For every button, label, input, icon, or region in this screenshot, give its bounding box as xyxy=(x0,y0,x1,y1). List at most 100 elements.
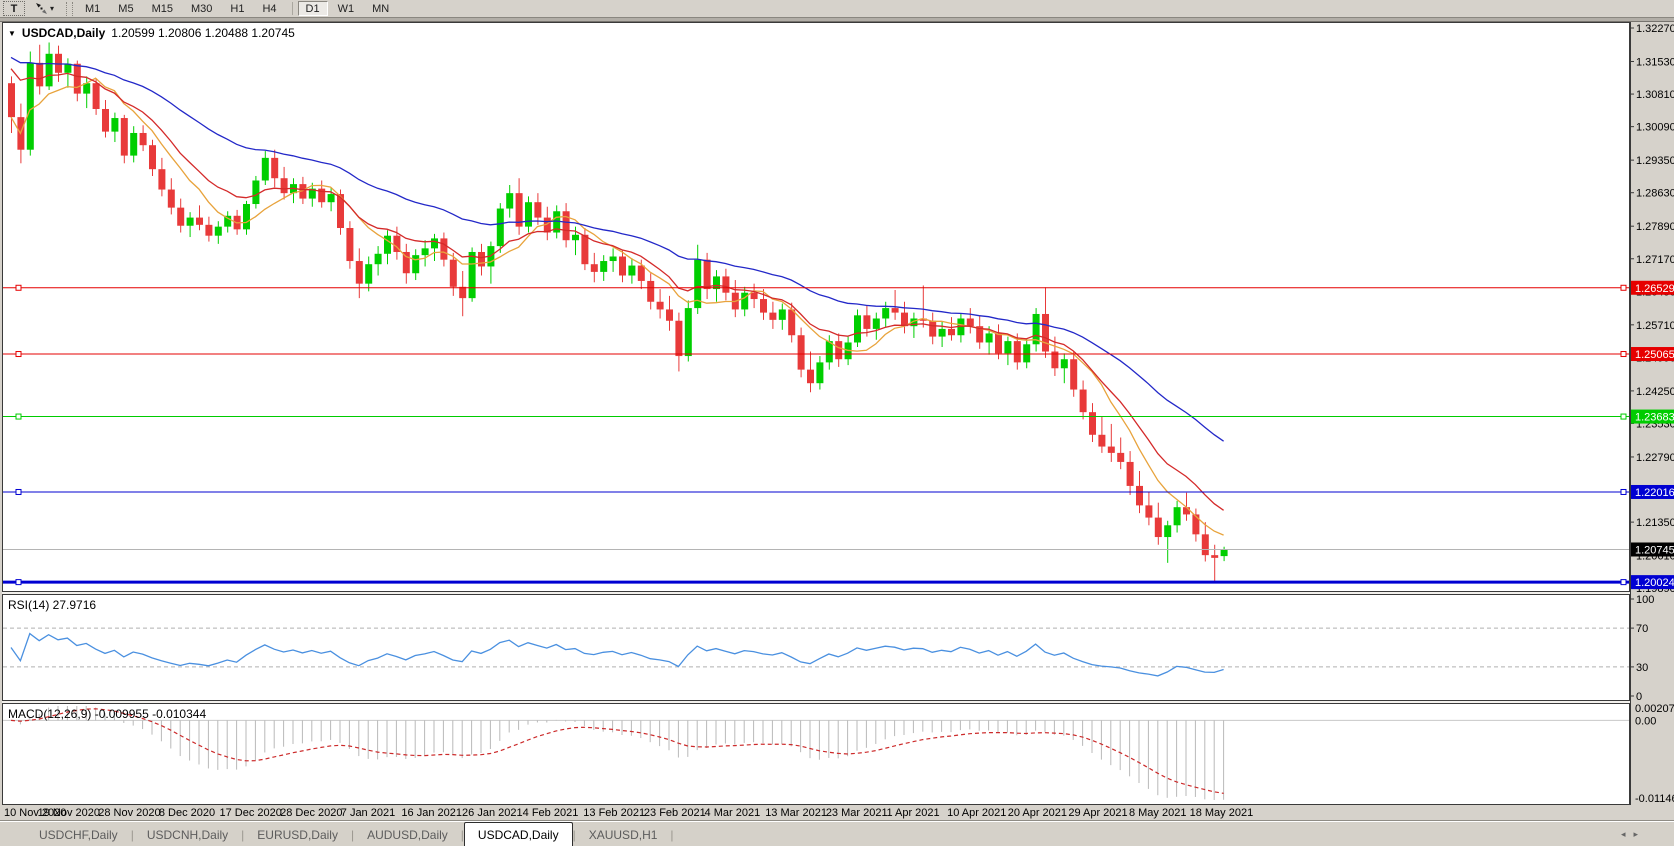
price-tick: 1.25710 xyxy=(1636,320,1674,332)
moving-average-fast xyxy=(11,78,1224,535)
horizontal-line-1.20024[interactable] xyxy=(3,580,1629,585)
line-handle[interactable] xyxy=(16,285,21,290)
line-handle[interactable] xyxy=(1621,414,1626,419)
tab-scroll-left-icon[interactable]: ◂ xyxy=(1621,829,1634,839)
price-axis-canvas: 1.322701.315301.308101.300901.293501.286… xyxy=(1630,22,1674,805)
timeframe-toolbar: M1M5M15M30H1H4 D1W1MN xyxy=(77,1,399,16)
timeframe-button-mn[interactable]: MN xyxy=(364,1,397,16)
chart-tab-usdcnh-daily[interactable]: USDCNH,Daily xyxy=(134,825,241,845)
macd-signal-line xyxy=(11,709,1224,794)
macd-scale-min: -0.011462 xyxy=(1635,793,1674,805)
line-handle[interactable] xyxy=(16,580,21,585)
macd-panel: MACD(12,26,9) -0.009955 -0.010344 xyxy=(2,703,1630,805)
date-label: 8 May 2021 xyxy=(1129,807,1186,819)
price-axis[interactable]: 1.322701.315301.308101.300901.293501.286… xyxy=(1630,22,1674,805)
cursor-tool-button[interactable]: ▾ xyxy=(31,1,58,16)
timeframe-button-w1[interactable]: W1 xyxy=(330,1,363,16)
rsi-scale-tick: 0 xyxy=(1636,691,1642,703)
price-tick: 1.21350 xyxy=(1636,517,1674,529)
price-tick: 1.32270 xyxy=(1636,23,1674,35)
main-chart-panel: ▼ USDCAD,Daily 1.20599 1.20806 1.20488 1… xyxy=(2,22,1630,592)
tab-scroll-arrows: ◂▸ xyxy=(1621,829,1646,840)
line-price-tag-text: 1.25065 xyxy=(1635,349,1674,361)
candles-layer xyxy=(8,42,1228,583)
price-tick: 1.30810 xyxy=(1636,89,1674,101)
toolbar: T ▾ M1M5M15M30H1H4 D1W1MN xyxy=(0,0,1674,17)
rsi-label: RSI(14) 27.9716 xyxy=(8,598,96,612)
date-label: 23 Feb 2021 xyxy=(644,807,706,819)
line-handle[interactable] xyxy=(1621,489,1626,494)
line-handle[interactable] xyxy=(1621,580,1626,585)
date-label: 13 Mar 2021 xyxy=(765,807,827,819)
dual-arrow-pointer-icon xyxy=(35,2,48,15)
timeframe-button-m5[interactable]: M5 xyxy=(110,1,141,16)
line-handle[interactable] xyxy=(16,414,21,419)
timeframe-button-h4[interactable]: H4 xyxy=(254,1,284,16)
text-tool-button[interactable]: T xyxy=(3,1,25,16)
timeframe-button-h1[interactable]: H1 xyxy=(222,1,252,16)
chart-tab-usdchf-daily[interactable]: USDCHF,Daily xyxy=(26,825,131,845)
chart-tab-bar: USDCHF,Daily|USDCNH,Daily|EURUSD,Daily|A… xyxy=(0,820,1674,846)
price-tick: 1.24250 xyxy=(1636,386,1674,398)
date-label: 18 May 2021 xyxy=(1190,807,1254,819)
chart-tab-eurusd-daily[interactable]: EURUSD,Daily xyxy=(244,825,351,845)
price-tick: 1.30090 xyxy=(1636,122,1674,134)
date-label: 4 Mar 2021 xyxy=(705,807,761,819)
plot-column: ▼ USDCAD,Daily 1.20599 1.20806 1.20488 1… xyxy=(2,22,1630,820)
macd-label: MACD(12,26,9) -0.009955 -0.010344 xyxy=(8,707,206,721)
macd-scale-max: 0.002074 xyxy=(1635,703,1674,715)
timeframe-button-d1[interactable]: D1 xyxy=(298,1,328,16)
horizontal-line-1.23683[interactable] xyxy=(3,414,1629,419)
date-label: 28 Dec 2020 xyxy=(280,807,342,819)
horizontal-line-1.26529[interactable] xyxy=(3,285,1629,290)
date-label: 23 Mar 2021 xyxy=(826,807,888,819)
rsi-line xyxy=(11,634,1224,676)
date-label: 29 Apr 2021 xyxy=(1068,807,1127,819)
chart-symbol-label: USDCAD,Daily xyxy=(22,26,105,40)
line-handle[interactable] xyxy=(1621,352,1626,357)
tab-scroll-right-icon[interactable]: ▸ xyxy=(1633,829,1646,839)
date-label: 17 Dec 2020 xyxy=(220,807,282,819)
date-label: 28 Nov 2020 xyxy=(98,807,160,819)
rsi-canvas[interactable] xyxy=(3,595,1629,700)
date-label: 26 Jan 2021 xyxy=(462,807,523,819)
timeframe-button-m1[interactable]: M1 xyxy=(77,1,108,16)
time-axis[interactable]: 10 Nov 202019 Nov 202028 Nov 20208 Dec 2… xyxy=(2,805,1630,820)
main-chart-canvas[interactable] xyxy=(3,23,1629,591)
current-price-tag-text: 1.20745 xyxy=(1635,544,1674,556)
chart-title: ▼ USDCAD,Daily 1.20599 1.20806 1.20488 1… xyxy=(8,26,295,40)
toolbar-grip[interactable] xyxy=(66,2,73,16)
line-price-tag-text: 1.26529 xyxy=(1635,283,1674,295)
timeframe-button-m15[interactable]: M15 xyxy=(144,1,181,16)
macd-scale-zero: 0.00 xyxy=(1635,715,1656,727)
date-label: 4 Feb 2021 xyxy=(523,807,579,819)
line-handle[interactable] xyxy=(16,352,21,357)
horizontal-line-1.22016[interactable] xyxy=(3,489,1629,494)
terminal-window: T ▾ M1M5M15M30H1H4 D1W1MN ▼ USDCAD,Daily … xyxy=(0,0,1674,846)
chart-tab-audusd-daily[interactable]: AUDUSD,Daily xyxy=(354,825,461,845)
timeframe-button-m30[interactable]: M30 xyxy=(183,1,220,16)
rsi-panel: RSI(14) 27.9716 xyxy=(2,594,1630,701)
rsi-scale-tick: 70 xyxy=(1636,623,1648,635)
date-label: 20 Apr 2021 xyxy=(1008,807,1067,819)
date-label: 8 Dec 2020 xyxy=(159,807,215,819)
rsi-scale-tick: 30 xyxy=(1636,662,1648,674)
price-tick: 1.22790 xyxy=(1636,452,1674,464)
triangle-down-icon[interactable]: ▼ xyxy=(8,29,16,38)
line-handle[interactable] xyxy=(1621,285,1626,290)
date-label: 16 Jan 2021 xyxy=(401,807,462,819)
line-price-tag-text: 1.22016 xyxy=(1635,487,1674,499)
price-tick: 1.29350 xyxy=(1636,155,1674,167)
date-label: 7 Jan 2021 xyxy=(341,807,395,819)
date-label: 1 Apr 2021 xyxy=(886,807,939,819)
chart-area: ▼ USDCAD,Daily 1.20599 1.20806 1.20488 1… xyxy=(0,22,1674,820)
line-handle[interactable] xyxy=(16,489,21,494)
horizontal-line-1.25065[interactable] xyxy=(3,352,1629,357)
toolbar-separator xyxy=(292,2,293,15)
chart-ohlc-values: 1.20599 1.20806 1.20488 1.20745 xyxy=(111,26,295,40)
chevron-down-icon: ▾ xyxy=(50,4,54,13)
chart-tab-usdcad-daily[interactable]: USDCAD,Daily xyxy=(464,822,573,846)
macd-canvas[interactable] xyxy=(3,704,1629,804)
date-label: 10 Apr 2021 xyxy=(947,807,1006,819)
chart-tab-xauusd-h1[interactable]: XAUUSD,H1 xyxy=(576,825,671,845)
